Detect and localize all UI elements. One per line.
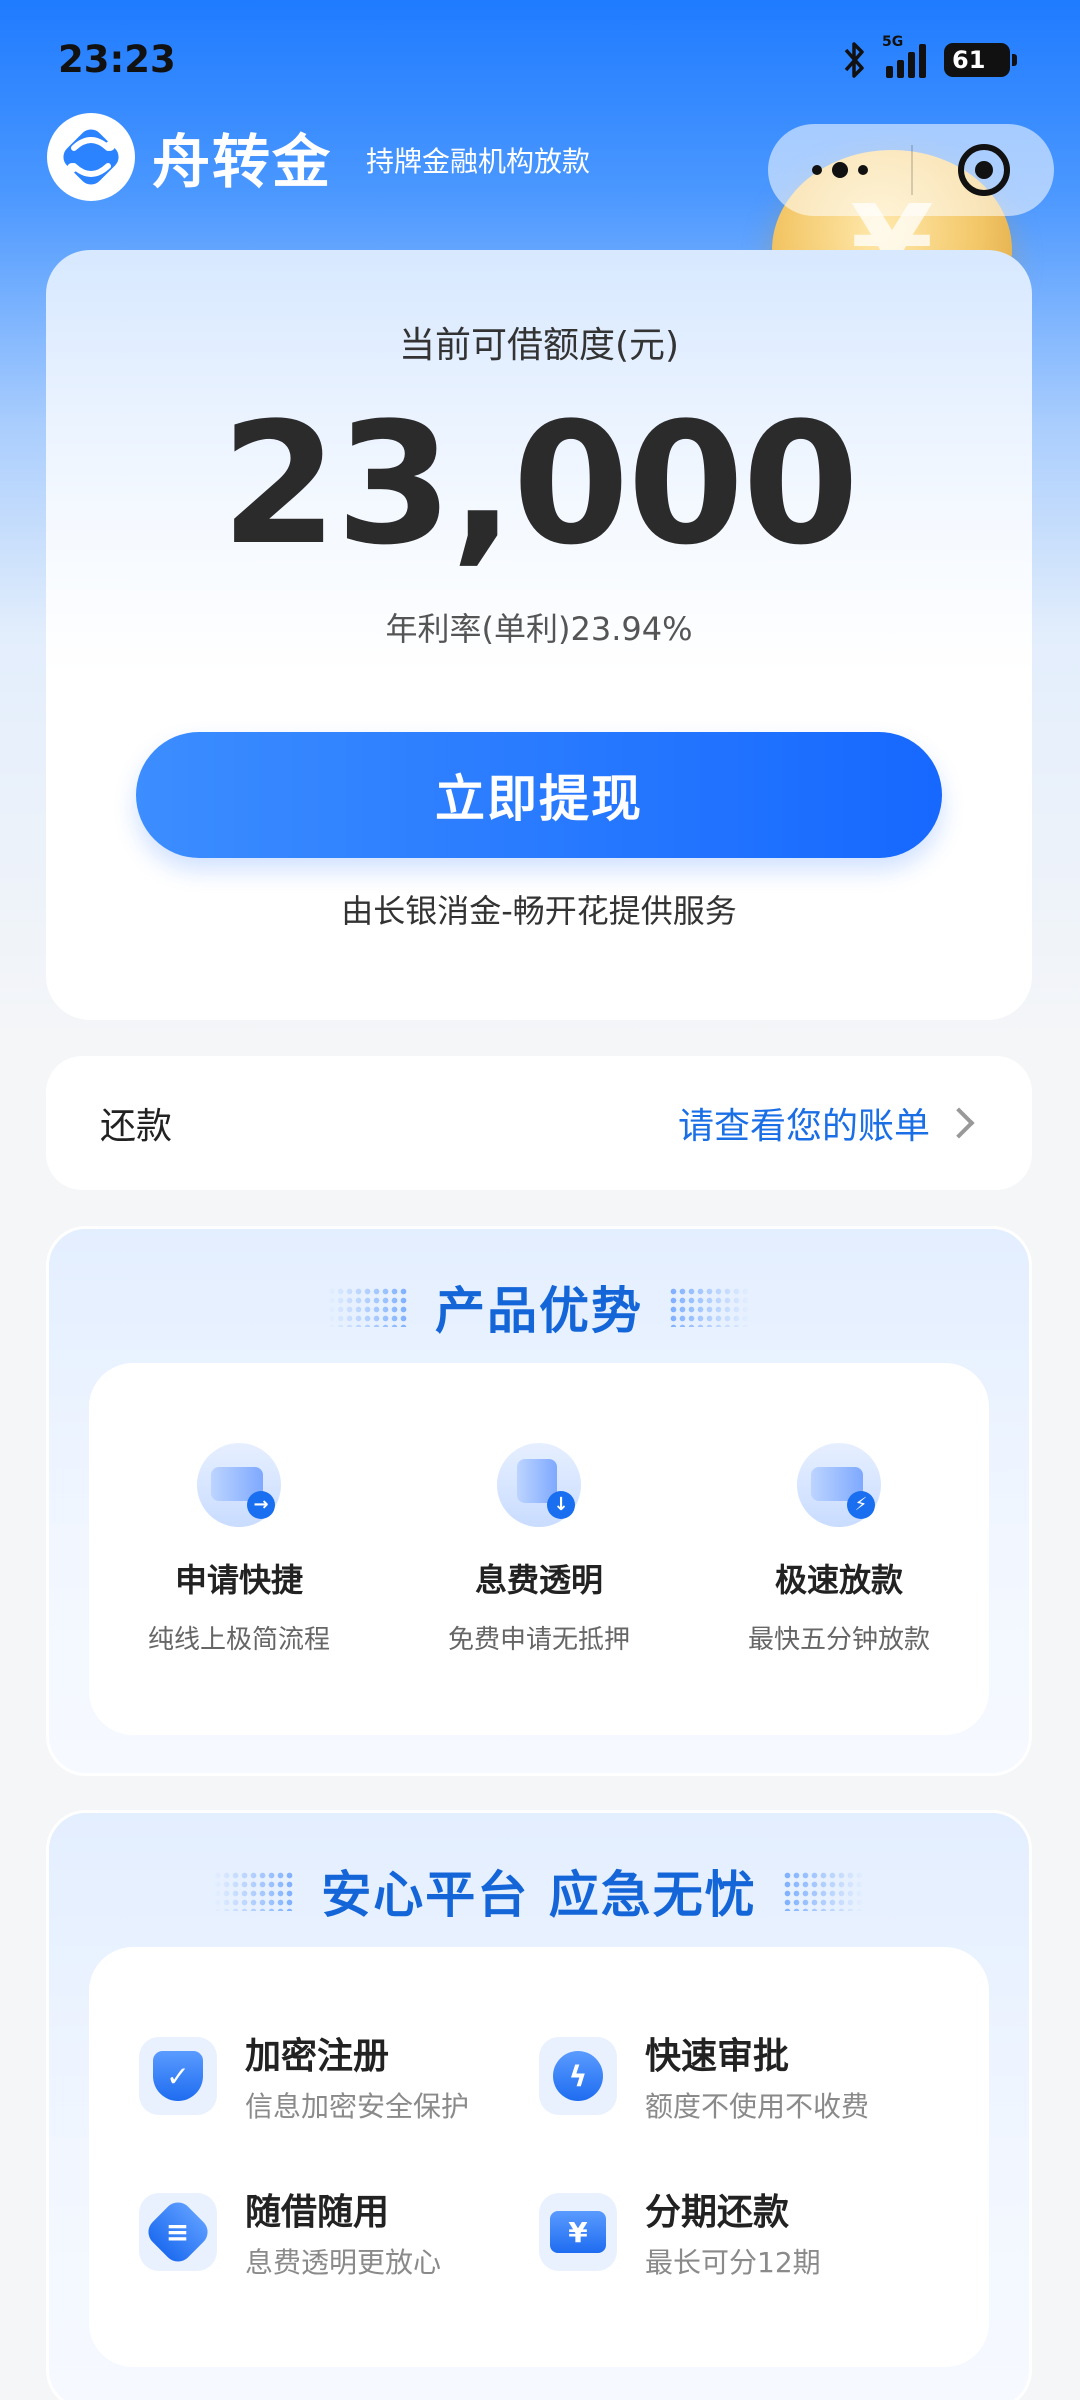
brand-logo-icon	[47, 113, 135, 201]
yen-ticket-icon: ¥	[539, 2193, 617, 2271]
feature-desc: 额度不使用不收费	[645, 2090, 870, 2123]
feature-desc: 信息加密安全保护	[245, 2090, 470, 2123]
status-bar: 23:23 5G 61	[0, 0, 1080, 120]
card-arrow-icon: →	[197, 1443, 281, 1527]
more-menu-button[interactable]	[768, 162, 911, 178]
service-provider: 由长银消金-畅开花提供服务	[341, 892, 737, 930]
credit-limit-card: 当前可借额度(元) 23,000 年利率(单利)23.94% 立即提现 由长银消…	[46, 250, 1032, 1020]
feature-item: ✓ 加密注册 信息加密安全保护	[139, 2027, 539, 2137]
battery-level: 61	[952, 46, 986, 74]
annual-rate: 年利率(单利)23.94%	[385, 610, 693, 648]
network-type: 5G	[882, 34, 904, 50]
feature-item: ¥ 分期还款 最长可分12期	[539, 2183, 939, 2293]
dots-decoration-icon	[327, 1287, 409, 1327]
advantage-desc: 最快五分钟放款	[747, 1625, 930, 1655]
dots-decoration-icon	[669, 1287, 751, 1327]
wallet-lightning-icon: ⚡	[797, 1443, 881, 1527]
advantage-item: ↓ 息费透明 免费申请无抵押	[389, 1443, 689, 1656]
product-advantages-section: 产品优势 → 申请快捷 纯线上极简流程 ↓ 息费透明 免费申请无抵押 ⚡ 极速放…	[46, 1226, 1032, 1776]
view-bill-text: 请查看您的账单	[677, 1106, 930, 1147]
brand-name: 舟转金	[152, 128, 333, 196]
section-title: 产品优势	[435, 1282, 643, 1340]
shield-check-icon: ✓	[139, 2037, 217, 2115]
brand-tagline: 持牌金融机构放款	[366, 145, 591, 178]
advantage-desc: 免费申请无抵押	[447, 1625, 630, 1655]
document-download-icon: ↓	[497, 1443, 581, 1527]
section-header: 产品优势	[49, 1271, 1029, 1343]
advantage-title: 极速放款	[774, 1561, 903, 1599]
assurance-card: ✓ 加密注册 信息加密安全保护 ϟ 快速审批 额度不使用不收费 ≡ 随借随用 息…	[89, 1947, 989, 2367]
advantage-title: 息费透明	[474, 1561, 603, 1599]
section-header: 安心平台 应急无忧	[49, 1855, 1029, 1927]
cellular-signal-icon: 5G	[882, 34, 926, 78]
lightning-icon: ϟ	[539, 2037, 617, 2115]
feature-title: 分期还款	[645, 2192, 790, 2233]
credit-limit-amount: 23,000	[220, 386, 859, 582]
dots-decoration-icon	[213, 1871, 296, 1911]
status-icons: 5G 61	[842, 34, 1017, 80]
repay-label: 还款	[100, 1106, 173, 1147]
feature-desc: 息费透明更放心	[245, 2246, 442, 2279]
feature-title: 快速审批	[645, 2036, 790, 2077]
feature-item: ϟ 快速审批 额度不使用不收费	[539, 2027, 939, 2137]
advantages-card: → 申请快捷 纯线上极简流程 ↓ 息费透明 免费申请无抵押 ⚡ 极速放款 最快五…	[89, 1363, 989, 1735]
credit-limit-title: 当前可借额度(元)	[398, 325, 680, 366]
assurance-section: 安心平台 应急无忧 ✓ 加密注册 信息加密安全保护 ϟ 快速审批 额度不使用不收…	[46, 1810, 1032, 2400]
view-bill-link[interactable]: 请查看您的账单	[678, 1097, 978, 1149]
section-title: 安心平台 应急无忧	[321, 1866, 757, 1924]
dots-decoration-icon	[782, 1871, 865, 1911]
advantage-desc: 纯线上极简流程	[147, 1625, 330, 1655]
feature-title: 加密注册	[245, 2036, 390, 2077]
status-time: 23:23	[58, 38, 176, 81]
advantage-title: 申请快捷	[174, 1561, 303, 1599]
miniprogram-capsule	[768, 124, 1054, 216]
repay-row[interactable]: 还款 请查看您的账单	[46, 1056, 1032, 1190]
advantage-item: ⚡ 极速放款 最快五分钟放款	[689, 1443, 989, 1656]
advantage-item: → 申请快捷 纯线上极简流程	[89, 1443, 389, 1656]
withdraw-button[interactable]: 立即提现	[136, 732, 942, 858]
feature-title: 随借随用	[245, 2192, 390, 2233]
target-icon	[957, 144, 1010, 196]
feature-desc: 最长可分12期	[645, 2246, 821, 2279]
bluetooth-icon	[844, 42, 864, 78]
battery-icon: 61	[944, 43, 1017, 77]
close-miniprogram-button[interactable]	[913, 144, 1054, 196]
app-header: 舟转金 持牌金融机构放款	[44, 110, 590, 204]
feature-item: ≡ 随借随用 息费透明更放心	[139, 2183, 539, 2293]
badge-lines-icon: ≡	[139, 2193, 217, 2271]
chevron-right-icon	[943, 1107, 975, 1139]
